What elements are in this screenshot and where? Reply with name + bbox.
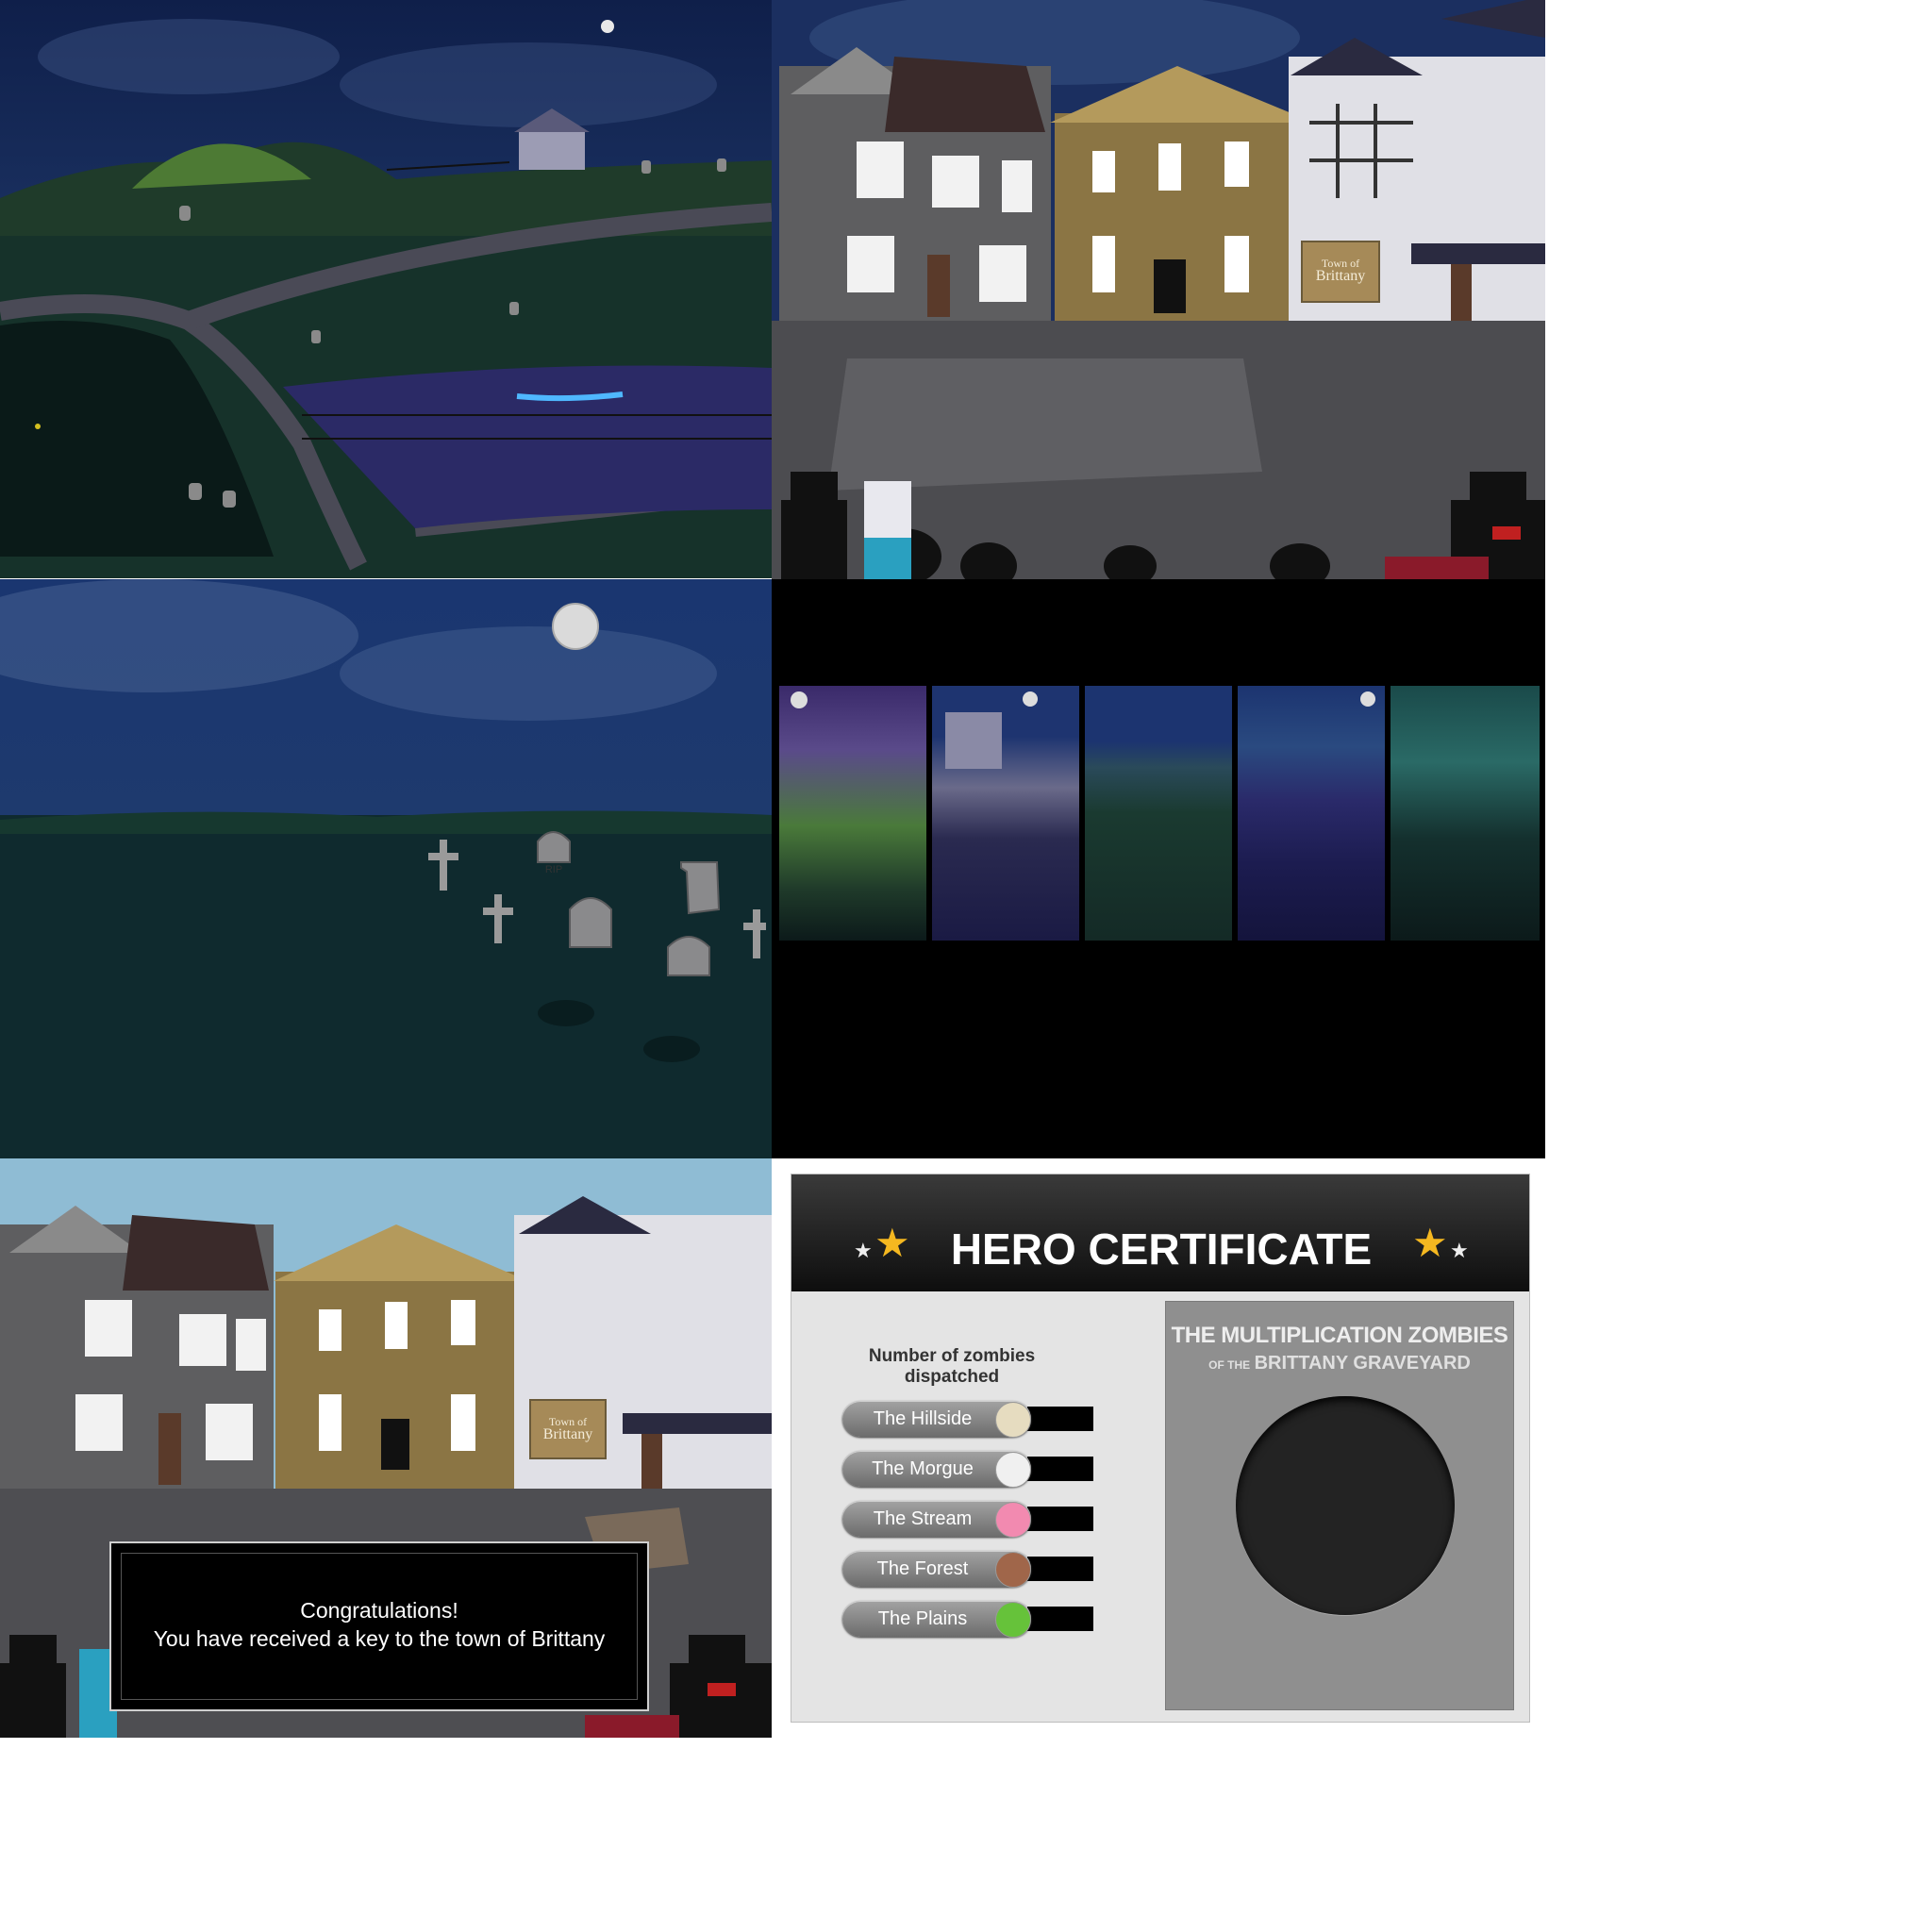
star-icon-right-small: ★ [1450,1239,1469,1262]
star-icon-right-gold: ★ [1412,1221,1448,1265]
moon-icon [1023,691,1038,707]
level-thumb-forest[interactable] [1238,686,1385,941]
hero-certificate: HERO CERTIFICATE ★ ★ ★ ★ Number of zombi… [791,1174,1530,1723]
level-row-stream: The Stream [842,1501,1097,1539]
level-name: The Plains [877,1608,968,1629]
progress-bar [1027,1507,1093,1531]
hero-avatar-circle [1236,1396,1455,1615]
level-thumb-hillside[interactable] [779,686,926,941]
green-zombie-icon [995,1602,1031,1638]
game-logo-panel: THE MULTIPLICATION ZOMBIES OF THE BRITTA… [1165,1301,1514,1710]
star-icon-left-small: ★ [854,1239,873,1262]
game-logo-of-the: OF THE [1208,1358,1251,1372]
game-logo-graveyard: BRITTANY GRAVEYARD [1254,1353,1471,1374]
certificate-header: HERO CERTIFICATE ★ ★ ★ ★ [791,1174,1529,1291]
progress-bar [1027,1557,1093,1581]
full-moon-icon [552,603,599,650]
level-thumb-stream[interactable] [1085,686,1232,941]
dialog-message: Congratulations! You have received a key… [111,1596,647,1653]
level-name: The Stream [873,1508,973,1529]
rip-tombstone [537,831,571,863]
progress-bar [1027,1457,1093,1481]
level-row-hillside: The Hillside [842,1401,1097,1439]
scene-town-night: Town of Brittany [772,0,1545,579]
scene-overview-map [0,0,772,578]
zombies-dispatched-label: Number of zombies dispatched [868,1346,1036,1387]
dialog-line-2: You have received a key to the town of B… [153,1626,606,1651]
skull-top-hat-icon [995,1452,1031,1488]
zombie-face-icon [995,1402,1031,1438]
level-thumb-plains[interactable] [1391,686,1540,941]
level-thumb-morgue[interactable] [932,686,1079,941]
morgue-house-icon [945,712,1002,769]
level-row-plains: The Plains [842,1601,1097,1639]
moon-icon [1360,691,1375,707]
level-select-panel [772,579,1545,1158]
moon-icon [791,691,808,708]
moon-icon [601,20,614,33]
rip-tombstone-text: RIP [544,864,563,875]
town-sign-line2: Brittany [1315,268,1366,284]
level-name: The Forest [876,1558,969,1579]
level-name: The Hillside [873,1408,973,1429]
progress-bar [1027,1407,1093,1431]
level-name: The Morgue [872,1458,974,1479]
congratulations-dialog[interactable]: Congratulations! You have received a key… [109,1541,649,1711]
town-sign-line2: Brittany [542,1426,593,1442]
progress-bar [1027,1607,1093,1631]
star-icon-left-gold: ★ [874,1221,910,1265]
werewolf-icon [995,1552,1031,1588]
scene-graveyard: RIP [0,579,772,1158]
dialog-line-1: Congratulations! [300,1598,458,1623]
level-row-morgue: The Morgue [842,1451,1097,1489]
pink-creature-icon [995,1502,1031,1538]
game-logo-line-2: OF THE BRITTANY GRAVEYARD [1166,1353,1513,1374]
level-row-forest: The Forest [842,1551,1097,1589]
game-logo-line-1: THE MULTIPLICATION ZOMBIES [1171,1323,1508,1348]
